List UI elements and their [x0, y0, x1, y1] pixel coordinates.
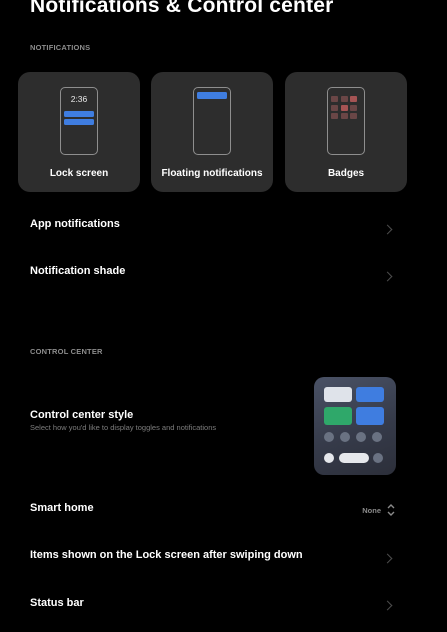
- lock-screen-time: 2:36: [70, 94, 88, 104]
- settings-page: Notifications & Control center NOTIFICAT…: [0, 0, 447, 632]
- up-down-chevron-icon: [386, 503, 396, 517]
- badges-card-label: Badges: [327, 168, 365, 179]
- status-bar-row[interactable]: Status bar: [30, 597, 417, 621]
- preview-toggle: [373, 453, 383, 463]
- lock-screen-items-row[interactable]: Items shown on the Lock screen after swi…: [30, 549, 417, 573]
- preview-tile: [356, 387, 384, 402]
- lock-screen-card-label: Lock screen: [49, 168, 109, 179]
- app-icon: [331, 113, 338, 119]
- preview-tile: [324, 387, 352, 402]
- preview-toggle: [324, 453, 334, 463]
- smart-home-label: Smart home: [30, 502, 94, 514]
- notification-shade-row[interactable]: Notification shade: [30, 265, 417, 289]
- lock-screen-notification-bar: [64, 119, 94, 125]
- app-icon: [331, 96, 338, 102]
- lock-screen-phone-icon: 2:36: [60, 87, 98, 155]
- app-icon: [350, 104, 357, 111]
- badges-card[interactable]: Badges: [285, 72, 407, 192]
- preview-toggle: [372, 432, 382, 442]
- preview-toggle: [356, 432, 366, 442]
- app-notifications-row[interactable]: App notifications: [30, 218, 417, 242]
- floating-notifications-card-label: Floating notifications: [161, 168, 263, 179]
- badges-phone-icon: [327, 87, 365, 155]
- status-bar-label: Status bar: [30, 597, 84, 609]
- smart-home-row[interactable]: Smart home: [30, 502, 417, 526]
- app-icon: [340, 113, 348, 119]
- preview-toggle: [324, 432, 334, 442]
- app-icon: [331, 104, 338, 111]
- lock-screen-items-label: Items shown on the Lock screen after swi…: [30, 549, 303, 561]
- preview-tile: [324, 407, 352, 425]
- notification-shade-label: Notification shade: [30, 265, 126, 277]
- control-center-style-label: Control center style: [30, 409, 134, 421]
- preview-toggle: [340, 432, 350, 442]
- app-icon-grid: [331, 96, 357, 119]
- badge-icon: [340, 104, 348, 111]
- badge-icon: [350, 96, 357, 102]
- app-icon: [340, 96, 348, 102]
- smart-home-value[interactable]: None: [362, 506, 381, 515]
- app-icon: [350, 113, 357, 119]
- lock-screen-notification-bar: [64, 111, 94, 117]
- control-center-style-description: Select how you'd like to display toggles…: [30, 423, 217, 432]
- section-label-notifications: NOTIFICATIONS: [30, 43, 91, 52]
- floating-notifications-phone-icon: [193, 87, 231, 155]
- app-notifications-label: App notifications: [30, 218, 120, 230]
- preview-slider: [339, 453, 369, 463]
- control-center-preview[interactable]: [314, 377, 396, 475]
- page-title: Notifications & Control center: [30, 0, 334, 17]
- floating-notifications-card[interactable]: Floating notifications: [151, 72, 273, 192]
- section-label-control-center: CONTROL CENTER: [30, 347, 103, 356]
- control-center-style-row[interactable]: Control center style Select how you'd li…: [30, 409, 307, 449]
- floating-notification-bar: [197, 92, 227, 99]
- lock-screen-card[interactable]: 2:36 Lock screen: [18, 72, 140, 192]
- preview-tile: [356, 407, 384, 425]
